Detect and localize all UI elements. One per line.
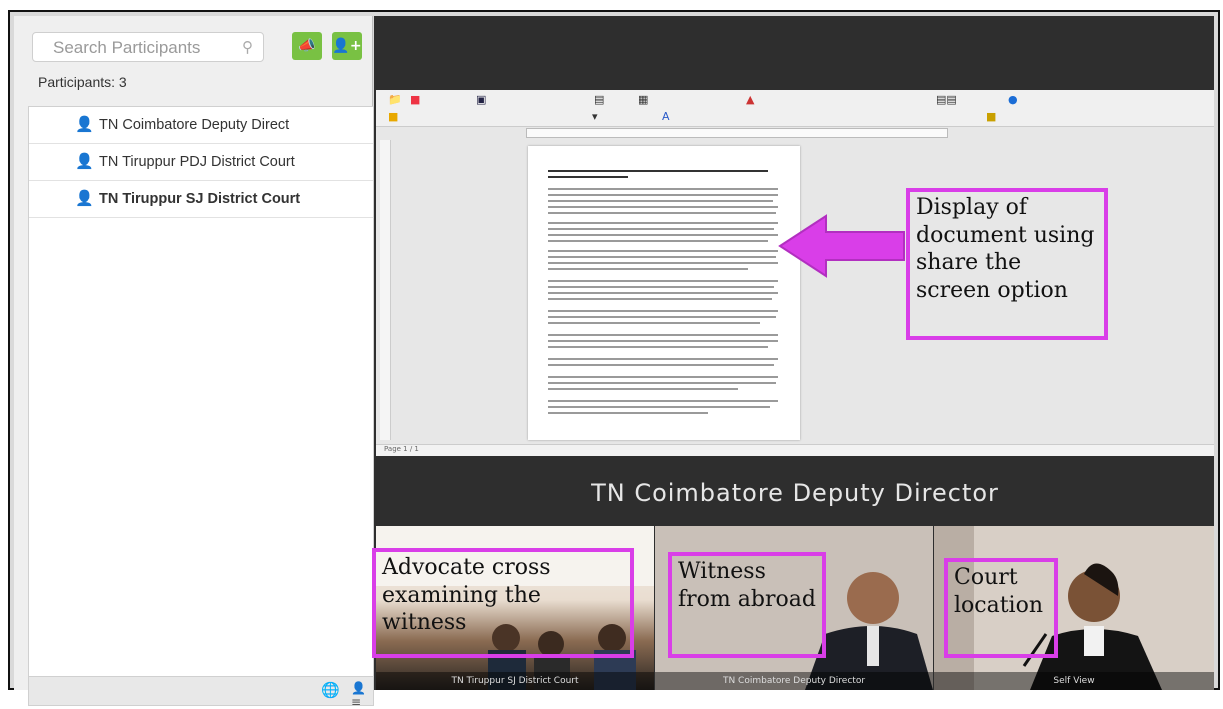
participants-list: 👤 TN Coimbatore Deputy Direct 👤 TN Tirup…: [28, 106, 374, 678]
user-list-icon[interactable]: 👤≡: [351, 681, 373, 709]
user-icon: 👤: [75, 116, 94, 133]
add-user-icon: 👤+: [332, 38, 362, 54]
list-item[interactable]: 👤 TN Tiruppur PDJ District Court: [29, 144, 373, 181]
list-item[interactable]: 👤 TN Tiruppur SJ District Court: [29, 181, 373, 218]
callout-advocate: Advocate cross examining the witness: [372, 548, 634, 658]
panel-footer: 🌐 👤≡: [28, 676, 374, 709]
horizontal-ruler: [526, 128, 948, 138]
search-icon[interactable]: ⚲: [242, 33, 253, 63]
participants-panel: Search Participants ⚲ 📣 👤+ Participants:…: [14, 16, 374, 709]
user-icon: 👤: [75, 153, 94, 170]
highlight-icon: ■: [986, 110, 997, 123]
font-color-icon: A: [662, 110, 670, 123]
participant-name: TN Tiruppur PDJ District Court: [99, 154, 295, 170]
broadcast-button[interactable]: 📣: [292, 32, 322, 60]
arrow-icon: [778, 214, 905, 278]
help-icon: ●: [1008, 93, 1018, 106]
brush-icon: ▲: [746, 93, 755, 106]
search-placeholder: Search Participants: [53, 38, 201, 57]
document-page: [528, 146, 800, 440]
callout-court: Court location: [944, 558, 1058, 658]
participant-name: TN Coimbatore Deputy Direct: [99, 117, 290, 133]
folder-icon: 📁: [388, 93, 402, 106]
table-icon: ▦: [638, 93, 649, 106]
save-icon: ■: [410, 93, 421, 106]
active-speaker-label: TN Coimbatore Deputy Director: [376, 460, 1214, 526]
search-input[interactable]: Search Participants ⚲: [32, 32, 264, 62]
callout-witness: Witness from abroad: [668, 552, 826, 658]
callout-display-document: Display of document using share the scre…: [906, 188, 1108, 340]
thumbnail-caption: Self View: [934, 672, 1214, 690]
participants-count: Participants: 3: [38, 74, 127, 90]
add-user-button[interactable]: 👤+: [332, 32, 362, 60]
thumbnail-caption: TN Tiruppur SJ District Court: [376, 672, 654, 690]
print-icon: ▤: [594, 93, 605, 106]
globe-icon[interactable]: 🌐: [321, 681, 340, 699]
doc-toolbar: 📁 ■ ▣ ▤ ▦ ▲ ▤▤ ● ■ ▾ A ■: [376, 90, 1214, 127]
dropdown-icon: ▾: [592, 110, 598, 123]
image-icon: ▣: [476, 93, 487, 106]
doc-statusbar: Page 1 / 1: [376, 444, 1214, 456]
nav-icon: ▤▤: [936, 93, 957, 106]
user-icon: 👤: [75, 190, 94, 207]
vertical-ruler: [380, 140, 391, 440]
list-item[interactable]: 👤 TN Coimbatore Deputy Direct: [29, 107, 373, 144]
style-icon: ■: [388, 110, 399, 123]
participant-name: TN Tiruppur SJ District Court: [99, 191, 301, 207]
thumbnail-caption: TN Coimbatore Deputy Director: [655, 672, 933, 690]
